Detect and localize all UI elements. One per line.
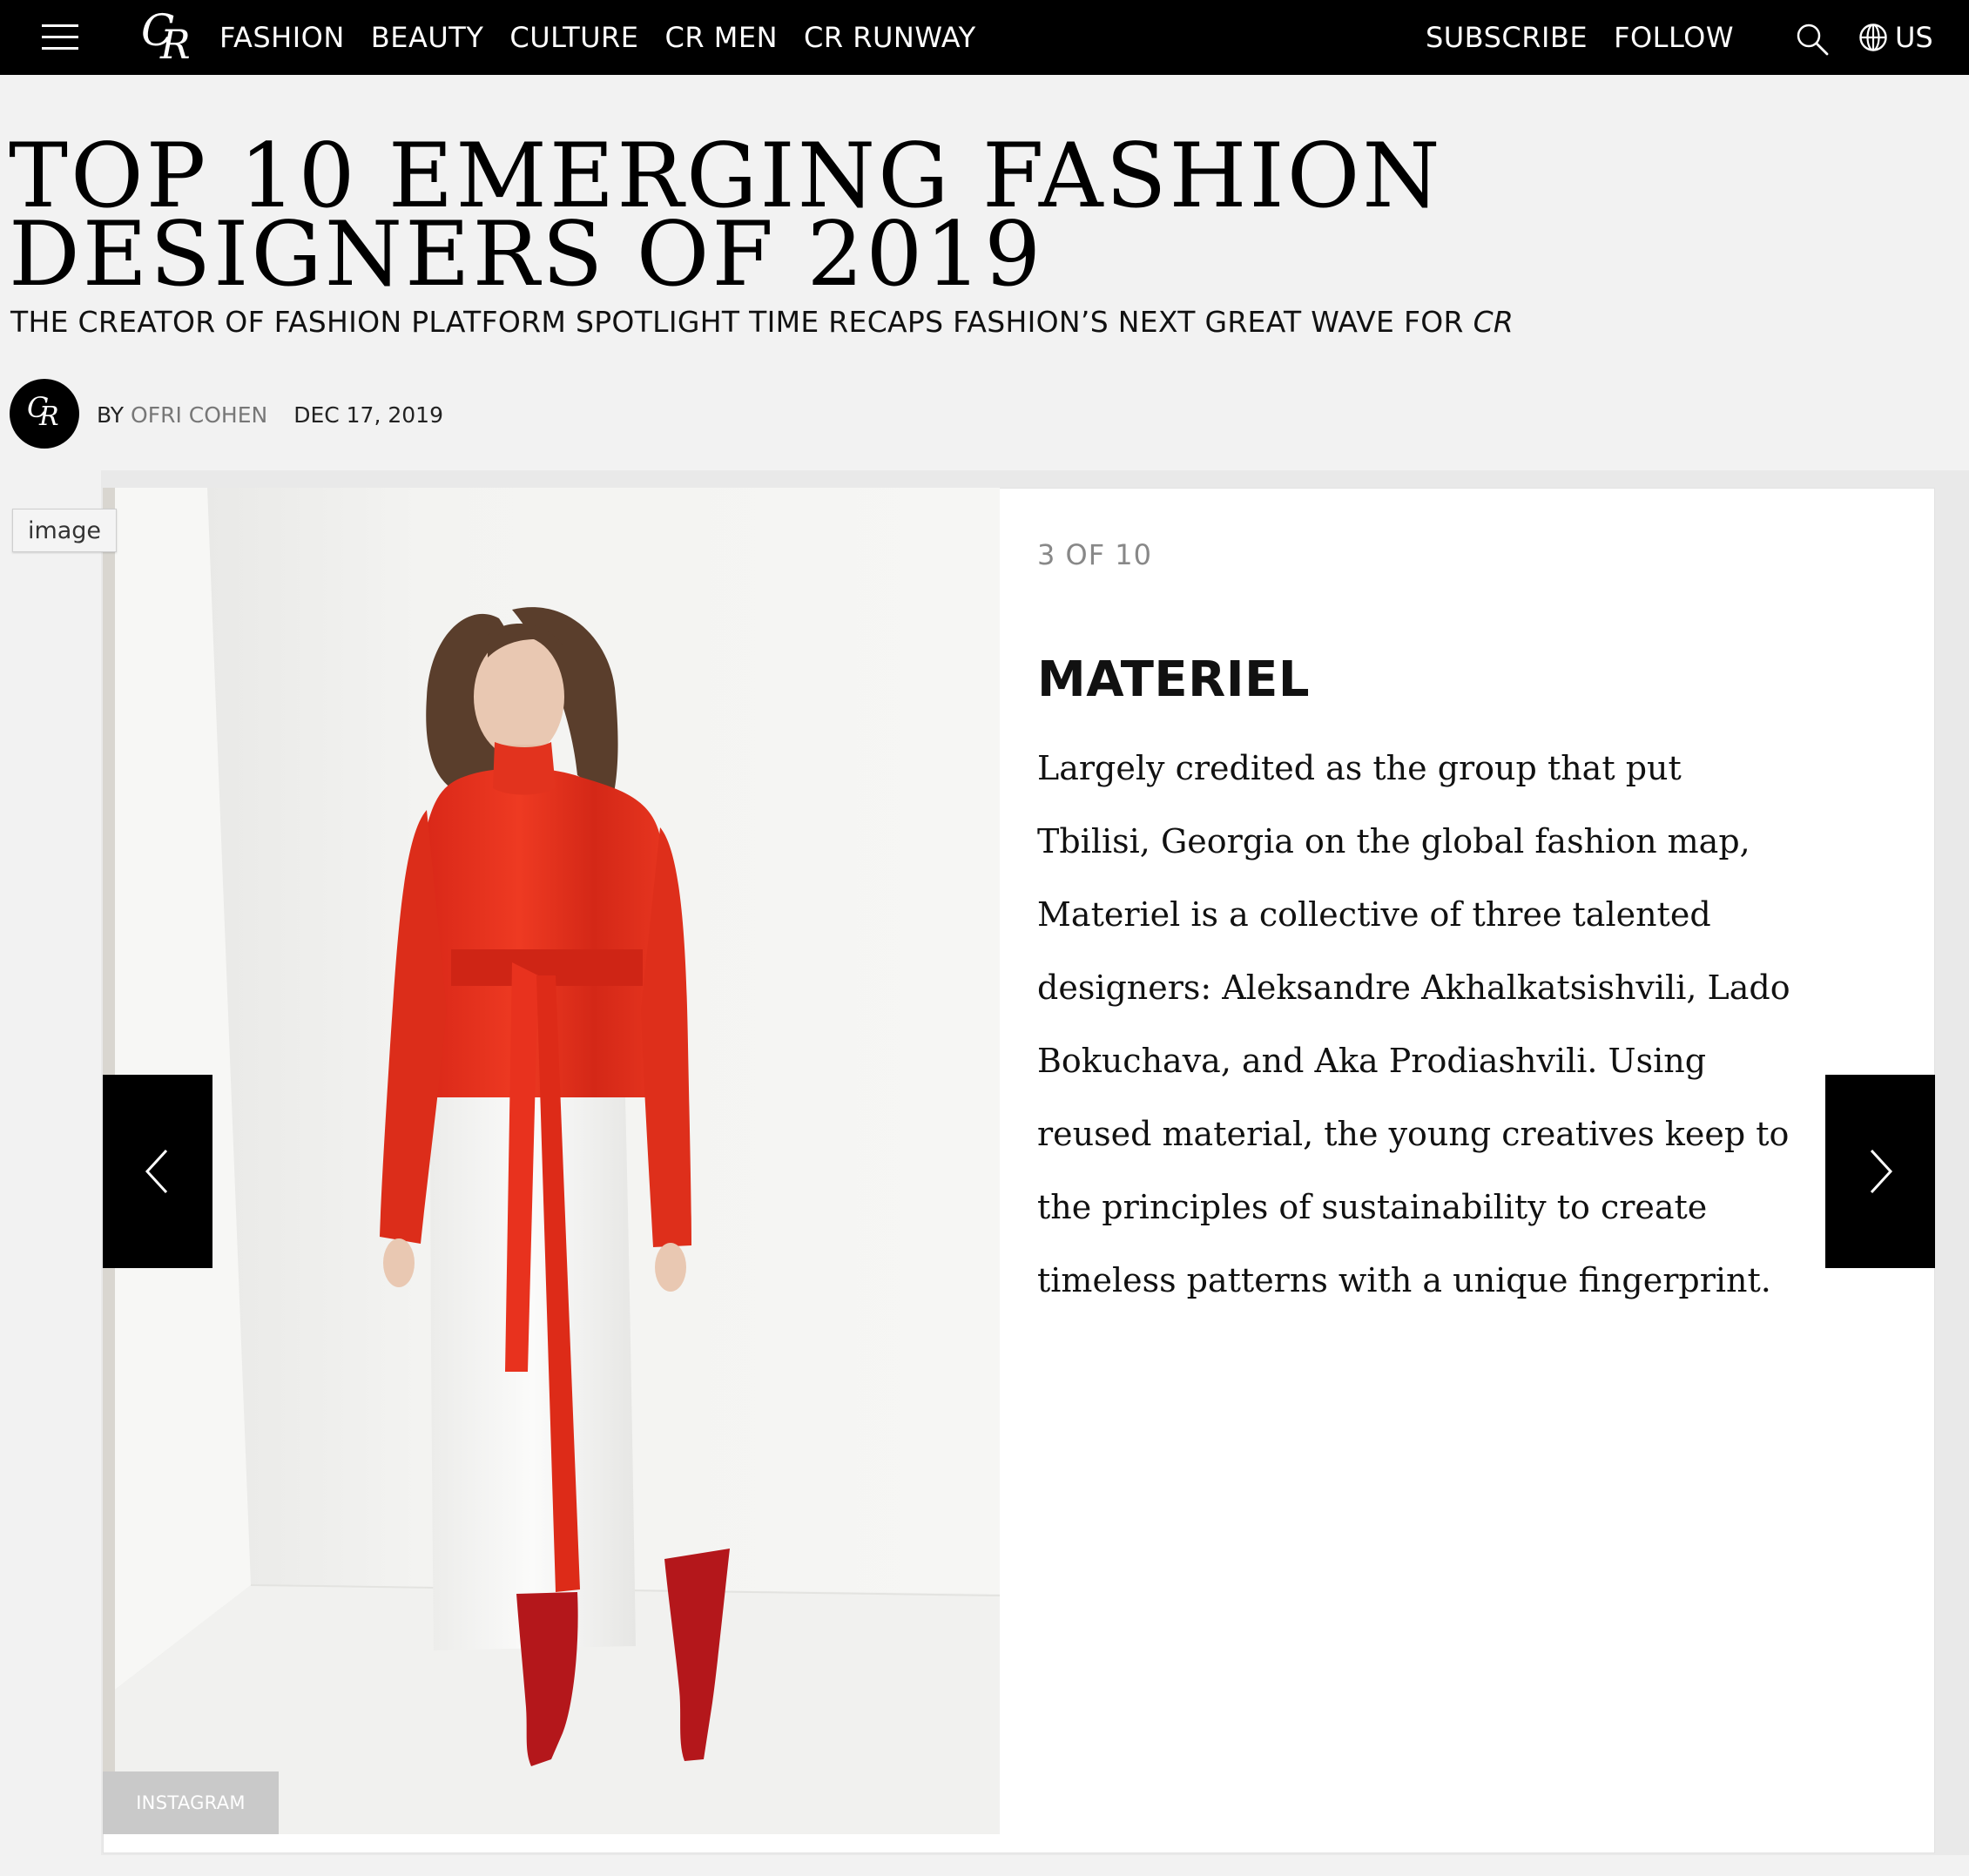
search-icon[interactable] (1796, 23, 1829, 56)
nav-link-culture[interactable]: CULTURE (509, 21, 638, 54)
nav-link-fashion[interactable]: FASHION (219, 21, 345, 54)
secondary-nav: SUBSCRIBE FOLLOW (1426, 0, 1734, 75)
slide-title: MATERIEL (1037, 651, 1311, 708)
primary-nav: FASHION BEAUTY CULTURE CR MEN CR RUNWAY (219, 0, 976, 75)
top-navigation: CR FASHION BEAUTY CULTURE CR MEN CR RUNW… (0, 0, 1969, 75)
chevron-right-icon (1870, 1149, 1893, 1194)
byline-prefix: BY (97, 402, 125, 428)
site-logo[interactable]: CR (139, 5, 197, 70)
byline-author-group: BY OFRI COHEN (97, 402, 267, 428)
byline: BY OFRI COHEN DEC 17, 2019 (97, 402, 443, 428)
publish-date: DEC 17, 2019 (293, 402, 443, 428)
next-slide-button[interactable] (1825, 1075, 1935, 1268)
chevron-left-icon (145, 1149, 168, 1194)
globe-icon (1859, 24, 1887, 51)
article-dek: THE CREATOR OF FASHION PLATFORM SPOTLIGH… (10, 305, 1514, 339)
article-headline: TOP 10 EMERGING FASHION DESIGNERS OF 201… (9, 125, 1443, 307)
author-link[interactable]: OFRI COHEN (131, 402, 267, 428)
subscribe-link[interactable]: SUBSCRIBE (1426, 21, 1588, 54)
slide-description: Largely credited as the group that put T… (1037, 749, 1790, 1299)
locale-label: US (1895, 21, 1933, 54)
locale-switcher[interactable]: US (1858, 0, 1933, 75)
image-tag: image (12, 509, 117, 552)
slide-counter: 3 OF 10 (1037, 538, 1153, 571)
slide-photo[interactable] (103, 488, 1000, 1834)
photo-credit: INSTAGRAM (103, 1771, 279, 1834)
follow-link[interactable]: FOLLOW (1614, 21, 1734, 54)
dek-text: THE CREATOR OF FASHION PLATFORM SPOTLIGH… (10, 305, 1473, 339)
hamburger-icon[interactable] (42, 23, 78, 52)
nav-link-beauty[interactable]: BEAUTY (371, 21, 484, 54)
nav-link-cr-runway[interactable]: CR RUNWAY (804, 21, 976, 54)
dek-italic: CR (1473, 305, 1514, 339)
nav-link-cr-men[interactable]: CR MEN (664, 21, 778, 54)
previous-slide-button[interactable] (103, 1075, 212, 1268)
author-avatar: CR (10, 379, 79, 449)
